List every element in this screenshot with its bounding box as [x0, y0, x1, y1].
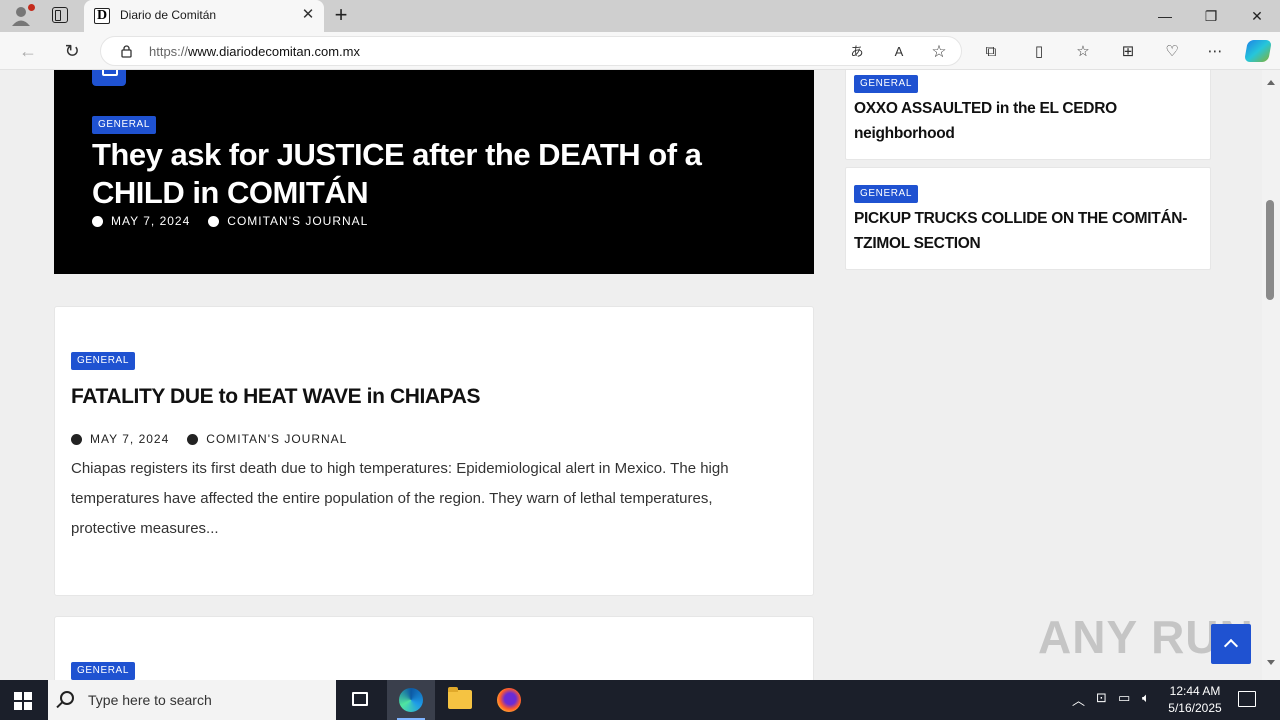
address-bar[interactable]: https://www.diariodecomitan.com.mx あ A ☆	[100, 36, 962, 66]
sidebar-article-title[interactable]: OXXO ASSAULTED in the EL CEDRO neighborh…	[854, 96, 1194, 146]
url-text[interactable]: https://www.diariodecomitan.com.mx	[149, 44, 360, 59]
minimize-button[interactable]: —	[1142, 0, 1188, 32]
user-icon	[208, 215, 220, 227]
category-badge[interactable]: GENERAL	[92, 116, 156, 134]
site-favicon-icon: D	[94, 8, 110, 24]
clock-date: 5/16/2025	[1168, 701, 1222, 715]
tray-chevron-up-icon[interactable]: ︿	[1072, 690, 1085, 709]
search-icon	[60, 691, 74, 705]
close-window-button[interactable]: ✕	[1234, 0, 1280, 32]
restore-button[interactable]: ❐	[1188, 0, 1234, 32]
hero-title[interactable]: They ask for JUSTICE after the DEATH of …	[92, 136, 782, 212]
firefox-icon	[497, 688, 521, 712]
taskbar-clock[interactable]: 12:44 AM 5/16/2025	[1160, 683, 1230, 717]
taskbar-firefox-button[interactable]	[485, 680, 533, 720]
windows-start-icon[interactable]	[14, 692, 32, 710]
notification-center-icon[interactable]	[1238, 691, 1256, 707]
copilot-icon[interactable]	[1244, 40, 1272, 62]
scroll-down-arrow-icon[interactable]	[1267, 660, 1275, 665]
folder-icon	[448, 687, 472, 709]
extensions-icon[interactable]: ⧉	[980, 41, 1002, 63]
task-view-icon	[352, 692, 368, 706]
sidebar-article[interactable]: GENERAL OXXO ASSAULTED in the EL CEDRO n…	[845, 70, 1211, 160]
article-date[interactable]: MAY 7, 2024	[90, 432, 169, 446]
camera-icon	[92, 70, 126, 86]
article-excerpt: Chiapas registers its first death due to…	[71, 460, 729, 537]
page-viewport: GENERAL They ask for JUSTICE after the D…	[0, 70, 1262, 680]
tab-diario-de-comitan[interactable]: D Diario de Comitán ✕	[84, 0, 324, 32]
article-meta: MAY 7, 2024 COMITAN'S JOURNAL	[71, 432, 347, 446]
read-aloud-icon[interactable]: A	[889, 42, 909, 62]
tab-close-icon[interactable]: ✕	[300, 7, 316, 23]
refresh-button[interactable]: ↻	[58, 37, 86, 65]
scroll-to-top-button[interactable]	[1211, 624, 1251, 664]
clock-icon	[92, 215, 103, 227]
profile-notification-dot	[28, 4, 35, 11]
favorites-icon[interactable]: ☆	[1072, 41, 1094, 63]
article-card: GENERAL	[54, 616, 814, 680]
task-view-button[interactable]	[336, 680, 384, 720]
back-button[interactable]: ←	[14, 37, 42, 65]
clock-icon	[71, 433, 82, 445]
taskbar-edge-button[interactable]	[387, 680, 435, 720]
sidebar-article-title[interactable]: PICKUP TRUCKS COLLIDE ON THE COMITÁN-TZI…	[854, 206, 1194, 256]
scrollbar-thumb[interactable]	[1266, 200, 1274, 300]
url-domain: www.diariodecomitan.com.mx	[188, 44, 360, 59]
tray-network-device-icon[interactable]: ⊡	[1096, 690, 1107, 706]
edge-icon	[399, 688, 423, 712]
tray-volume-icon[interactable]: 🔈︎	[1142, 690, 1150, 706]
tab-title: Diario de Comitán	[120, 8, 217, 22]
search-placeholder: Type here to search	[88, 692, 212, 708]
url-prefix: https://	[149, 44, 189, 59]
favorite-star-icon[interactable]: ☆	[929, 42, 949, 62]
more-menu-icon[interactable]: ⋯	[1204, 41, 1226, 63]
new-tab-button[interactable]: +	[330, 4, 352, 26]
hero-meta: MAY 7, 2024 COMITAN'S JOURNAL	[92, 214, 368, 228]
taskbar-file-explorer-button[interactable]	[436, 680, 484, 720]
split-screen-icon[interactable]: ▯	[1028, 41, 1050, 63]
category-badge[interactable]: GENERAL	[854, 185, 918, 203]
sidebar-article[interactable]: GENERAL PICKUP TRUCKS COLLIDE ON THE COM…	[845, 167, 1211, 270]
hero-article[interactable]: GENERAL They ask for JUSTICE after the D…	[54, 70, 814, 274]
translate-icon[interactable]: あ	[847, 42, 867, 62]
clock-time: 12:44 AM	[1169, 684, 1221, 698]
scroll-up-arrow-icon[interactable]	[1267, 80, 1275, 85]
browser-tab-bar: D Diario de Comitán ✕ + — ❐ ✕	[0, 0, 1280, 32]
browser-toolbar: ← ↻ https://www.diariodecomitan.com.mx あ…	[0, 32, 1280, 70]
windows-taskbar: Type here to search ︿ ⊡ ▭ 🔈︎ 12:44 AM 5/…	[0, 680, 1280, 720]
hero-date[interactable]: MAY 7, 2024	[111, 214, 190, 228]
collections-icon[interactable]: ⊞	[1117, 41, 1139, 63]
taskbar-search-box[interactable]: Type here to search	[48, 680, 336, 720]
tray-network-icon[interactable]: ▭	[1118, 690, 1130, 706]
category-badge[interactable]: GENERAL	[71, 662, 135, 680]
tab-actions-icon[interactable]	[52, 7, 68, 23]
user-icon	[187, 433, 199, 445]
page-scrollbar[interactable]	[1262, 70, 1280, 680]
hero-author[interactable]: COMITAN'S JOURNAL	[227, 214, 368, 228]
category-badge[interactable]: GENERAL	[71, 352, 135, 370]
browser-essentials-icon[interactable]: ♡	[1161, 41, 1183, 63]
article-title[interactable]: FATALITY DUE to HEAT WAVE in CHIAPAS	[71, 385, 481, 409]
article-card: GENERAL FATALITY DUE to HEAT WAVE in CHI…	[54, 306, 814, 596]
category-badge[interactable]: GENERAL	[854, 75, 918, 93]
article-author[interactable]: COMITAN'S JOURNAL	[206, 432, 347, 446]
lock-icon[interactable]	[121, 45, 132, 58]
